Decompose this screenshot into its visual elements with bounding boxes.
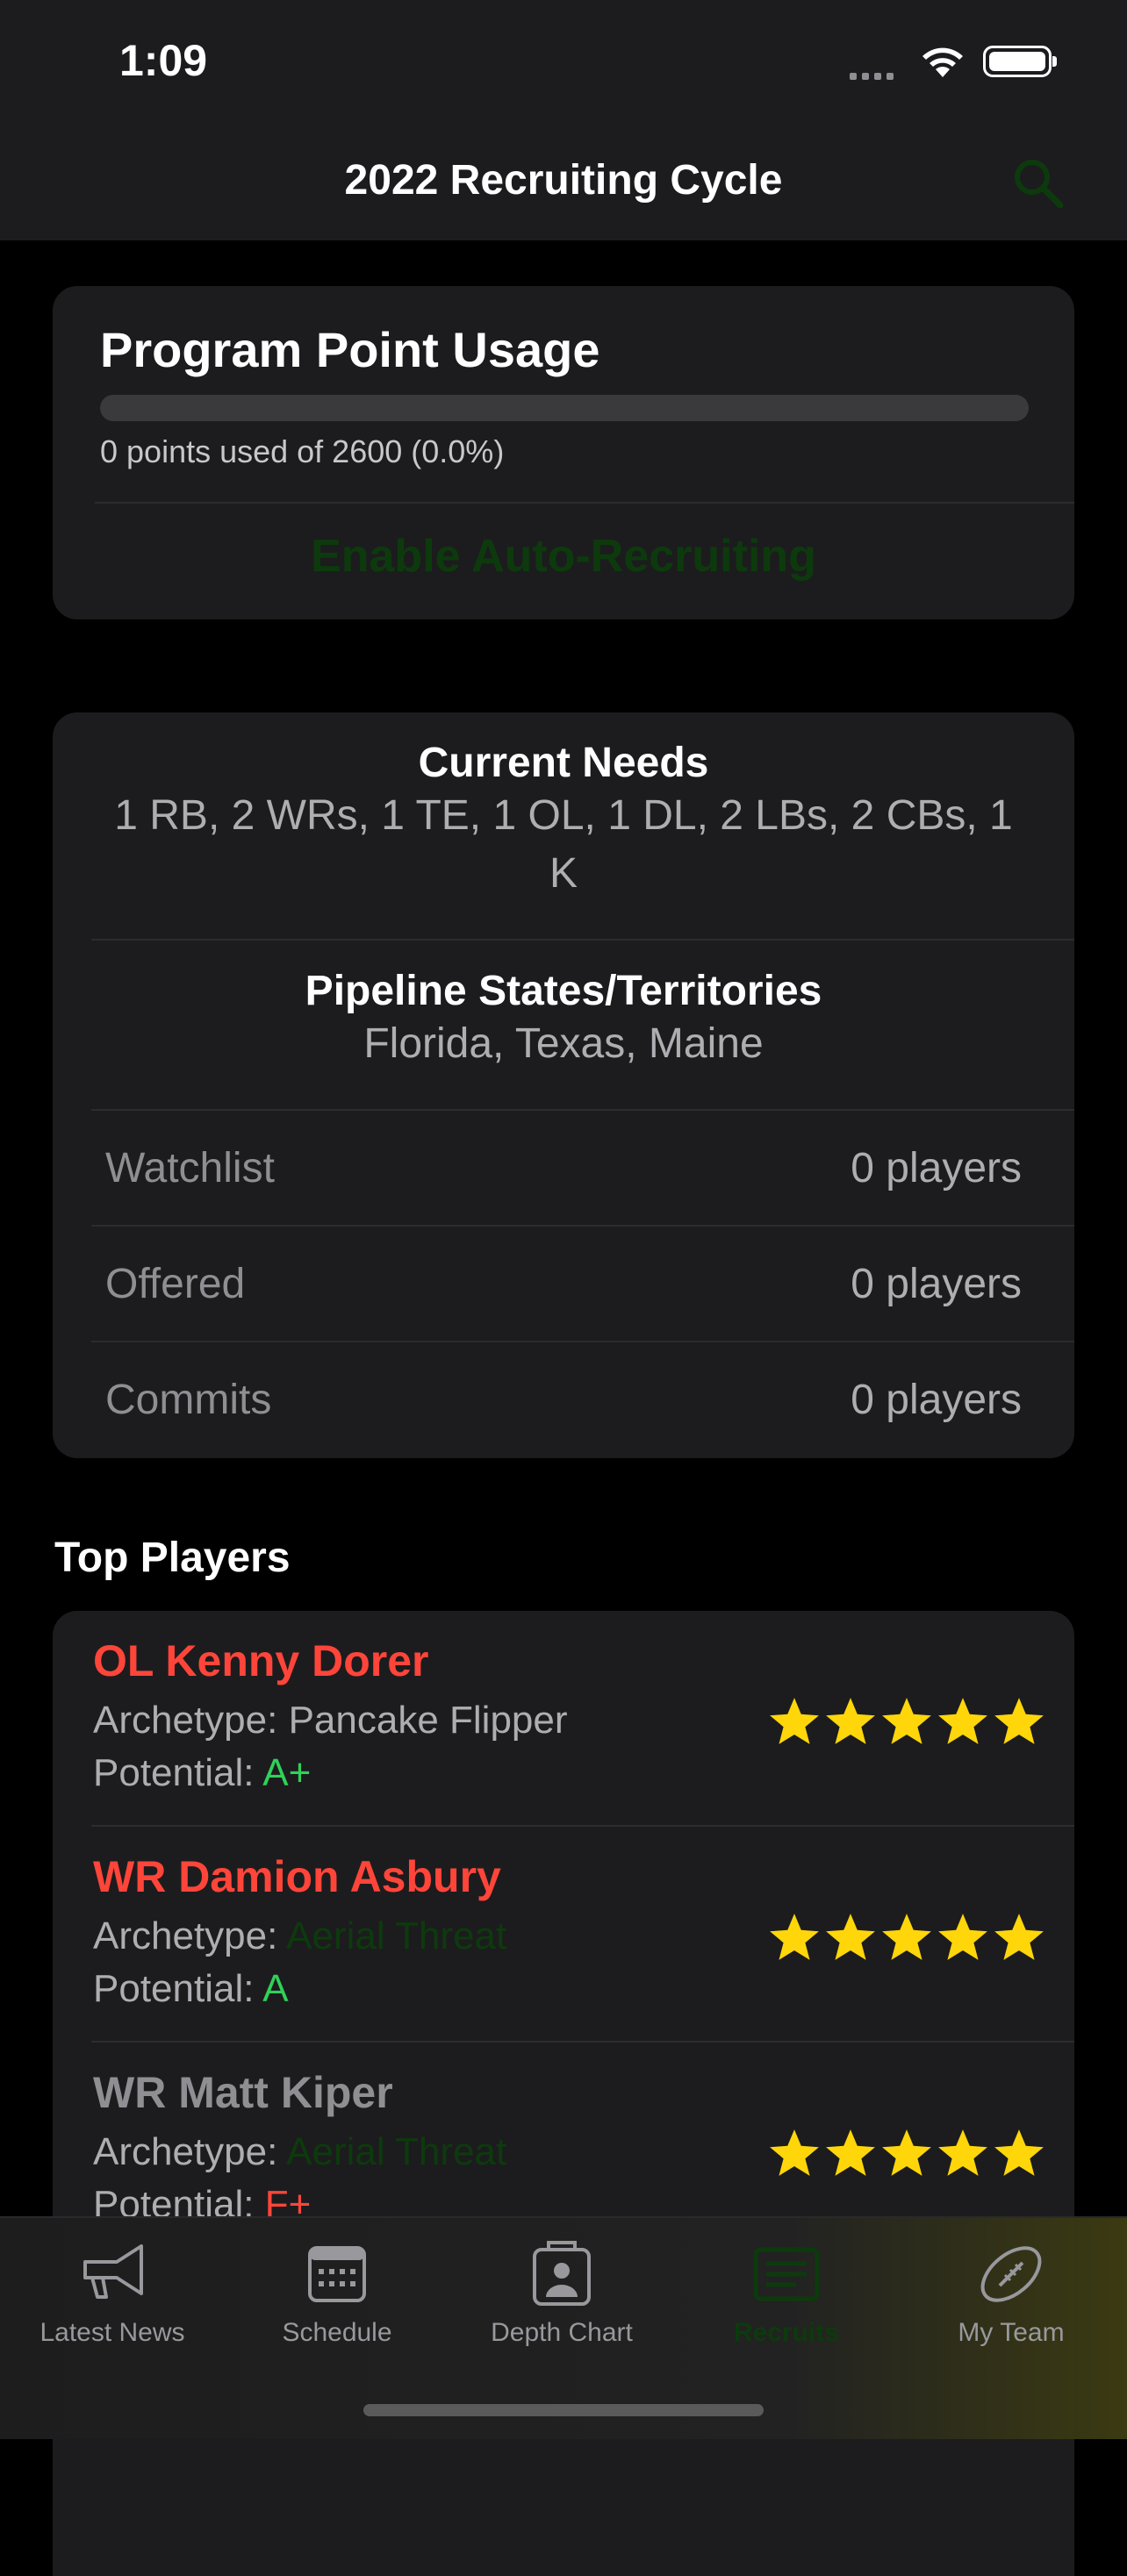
archetype-label: Archetype:	[93, 1699, 278, 1742]
pipeline-value: Florida, Texas, Maine	[363, 1020, 764, 1067]
megaphone-icon	[83, 2244, 143, 2299]
player-name: WR Damion Asbury	[93, 1852, 501, 1901]
point-usage-card: Program Point Usage 0 points used of 260…	[53, 286, 1074, 619]
recruiting-summary-card: Current Needs 1 RB, 2 WRs, 1 TE, 1 OL, 1…	[53, 712, 1074, 1458]
navigation-bar: 2022 Recruiting Cycle	[0, 132, 1127, 240]
star-icon	[770, 2129, 819, 2176]
list-icon	[753, 2247, 820, 2301]
star-icon	[994, 1698, 1044, 1744]
potential-grade: A+	[262, 1751, 312, 1794]
star-rating	[765, 1911, 1046, 1968]
player-row[interactable]: WR Damion Asbury Archetype: Aerial Threa…	[53, 1827, 1074, 2042]
player-row[interactable]: OL Kenny Dorer Archetype: Pancake Flippe…	[53, 1611, 1074, 1826]
potential-label: Potential:	[93, 1967, 255, 2010]
watchlist-value: 0 players	[851, 1145, 1022, 1191]
tab-my-team[interactable]: My Team	[899, 2236, 1123, 2348]
star-icon	[826, 1914, 875, 1960]
star-icon	[826, 1698, 875, 1744]
calendar-icon	[308, 2246, 366, 2302]
player-archetype: Archetype: Pancake Flipper	[93, 1699, 568, 1742]
tab-depth-chart[interactable]: Depth Chart	[449, 2236, 674, 2348]
player-potential: Potential: A+	[93, 1751, 311, 1795]
player-archetype: Archetype: Aerial Threat	[93, 1914, 506, 1958]
home-indicator	[363, 2404, 764, 2416]
current-needs-title: Current Needs	[418, 740, 709, 786]
star-icon	[770, 1698, 819, 1744]
status-bar: 1:09	[0, 0, 1127, 132]
archetype-value: Aerial Threat	[286, 2130, 507, 2173]
player-name: OL Kenny Dorer	[93, 1636, 429, 1685]
star-icon	[770, 1914, 819, 1960]
star-icon	[994, 1914, 1044, 1960]
top-players-header: Top Players	[54, 1535, 291, 1581]
tab-schedule[interactable]: Schedule	[225, 2236, 449, 2348]
tab-label: Latest News	[39, 2318, 185, 2347]
potential-grade: A	[262, 1967, 289, 2010]
offered-label: Offered	[105, 1261, 246, 1307]
football-icon	[980, 2246, 1042, 2302]
tab-label: Depth Chart	[491, 2318, 633, 2347]
cellular-signal-icon	[850, 68, 899, 84]
star-rating	[765, 2127, 1046, 2184]
point-usage-summary: 0 points used of 2600 (0.0%)	[100, 433, 505, 469]
archetype-label: Archetype:	[93, 1914, 278, 1957]
current-needs-section: Current Needs 1 RB, 2 WRs, 1 TE, 1 OL, 1…	[53, 739, 1074, 903]
divider	[91, 1225, 1074, 1227]
search-icon[interactable]	[1008, 153, 1069, 214]
tab-label: My Team	[958, 2318, 1065, 2347]
potential-label: Potential:	[93, 1751, 255, 1794]
tab-label: Schedule	[282, 2318, 392, 2347]
commits-label: Commits	[105, 1377, 272, 1423]
star-icon	[938, 2129, 987, 2176]
star-icon	[882, 1698, 931, 1744]
point-usage-title: Program Point Usage	[100, 322, 600, 377]
tab-latest-news[interactable]: Latest News	[0, 2236, 225, 2348]
player-archetype: Archetype: Aerial Threat	[93, 2130, 506, 2174]
star-rating	[765, 1695, 1046, 1752]
tab-label: Recruits	[733, 2318, 840, 2347]
clipboard-person-icon	[533, 2241, 591, 2306]
star-icon	[994, 2129, 1044, 2176]
archetype-value: Aerial Threat	[286, 1914, 507, 1957]
point-usage-progress-bar	[100, 395, 1029, 421]
offered-value: 0 players	[851, 1261, 1022, 1307]
tab-recruits[interactable]: Recruits	[674, 2236, 899, 2348]
star-icon	[826, 2129, 875, 2176]
divider	[91, 939, 1074, 941]
archetype-label: Archetype:	[93, 2130, 278, 2173]
star-icon	[882, 1914, 931, 1960]
player-potential: Potential: A	[93, 1967, 289, 2011]
wifi-icon	[922, 47, 963, 77]
commits-value: 0 players	[851, 1377, 1022, 1423]
battery-icon	[983, 46, 1057, 77]
current-needs-value: 1 RB, 2 WRs, 1 TE, 1 OL, 1 DL, 2 LBs, 2 …	[114, 792, 1013, 897]
divider	[95, 502, 1074, 504]
pipeline-section: Pipeline States/Territories Florida, Tex…	[53, 967, 1074, 1073]
divider	[91, 1341, 1074, 1342]
player-name: WR Matt Kiper	[93, 2068, 393, 2117]
divider	[91, 1109, 1074, 1111]
archetype-value: Pancake Flipper	[288, 1699, 568, 1742]
star-icon	[882, 2129, 931, 2176]
pipeline-title: Pipeline States/Territories	[305, 968, 822, 1014]
star-icon	[938, 1698, 987, 1744]
page-title: 2022 Recruiting Cycle	[344, 157, 783, 204]
status-time: 1:09	[119, 36, 208, 85]
enable-auto-recruiting-button[interactable]: Enable Auto-Recruiting	[53, 530, 1074, 583]
watchlist-label: Watchlist	[105, 1145, 275, 1191]
star-icon	[938, 1914, 987, 1960]
